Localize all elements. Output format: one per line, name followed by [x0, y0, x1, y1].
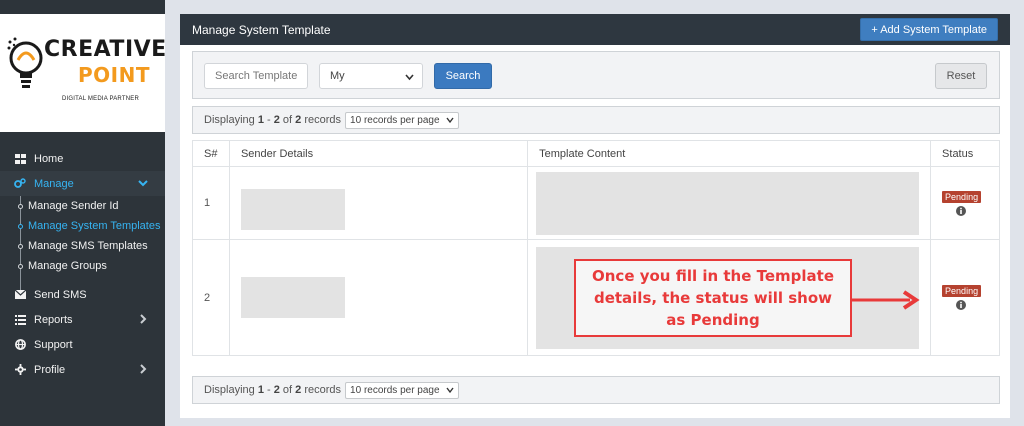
bullet-icon — [18, 204, 23, 209]
col-header-sn: S# — [192, 140, 230, 167]
pagination-to: 2 — [273, 114, 280, 126]
cell-sender — [228, 166, 529, 240]
globe-icon — [14, 339, 26, 351]
table-row[interactable]: 1 Pending — [192, 166, 1000, 240]
gear-icon — [14, 364, 26, 376]
sidebar-item-label: Send SMS — [34, 288, 87, 301]
main-panel: Manage System Template + Add System Temp… — [180, 14, 1010, 418]
status-badge: Pending — [942, 190, 982, 203]
pagination-of: of — [282, 384, 293, 396]
reset-button[interactable]: Reset — [935, 63, 987, 89]
pagination-sep: - — [267, 114, 271, 126]
pagination-suffix: records — [304, 384, 342, 396]
owner-select-value: My — [330, 70, 345, 82]
pagination-to: 2 — [273, 384, 280, 396]
sidebar-item-label: Home — [34, 152, 64, 165]
brand-tagline: DIGITAL MEDIA PARTNER — [62, 96, 139, 102]
submenu-label: Manage SMS Templates — [28, 240, 148, 252]
pagination-suffix: records — [304, 114, 342, 126]
bullet-icon — [18, 224, 23, 229]
pagination-info-bottom: Displaying 1 - 2 of 2 records 10 records… — [192, 376, 1000, 404]
submenu-label: Manage Sender Id — [28, 200, 119, 212]
col-header-content: Template Content — [527, 140, 932, 167]
submenu-item-sms-templates[interactable]: Manage SMS Templates — [18, 236, 165, 256]
info-icon[interactable] — [956, 300, 967, 310]
chevron-down-icon — [446, 387, 454, 394]
sidebar: CREATIVE POINT DIGITAL MEDIA PARTNER Hom… — [0, 0, 167, 426]
page-title: Manage System Template — [192, 22, 331, 37]
arrow-right-icon — [852, 290, 920, 310]
submenu-item-groups[interactable]: Manage Groups — [18, 256, 165, 276]
pagination-prefix: Displaying — [204, 114, 255, 126]
bullet-icon — [18, 264, 23, 269]
sidebar-item-home[interactable]: Home — [0, 146, 165, 171]
add-system-template-button[interactable]: + Add System Template — [860, 18, 998, 41]
pagination-total: 2 — [295, 114, 302, 126]
grid-icon — [14, 153, 26, 165]
sidebar-item-reports[interactable]: Reports — [0, 307, 165, 332]
sidebar-nav: Home Manage Manage Sender Id Manage Syst… — [0, 146, 165, 382]
sidebar-item-send-sms[interactable]: Send SMS — [0, 282, 165, 307]
pagination-of: of — [282, 114, 293, 126]
info-icon[interactable] — [956, 205, 967, 216]
sidebar-item-label: Manage — [34, 177, 74, 190]
per-page-value: 10 records per page — [350, 114, 440, 126]
sender-placeholder — [240, 188, 345, 230]
bullet-icon — [18, 244, 23, 249]
pagination-info-top: Displaying 1 - 2 of 2 records 10 records… — [192, 106, 1000, 134]
manage-submenu: Manage Sender Id Manage System Templates… — [0, 196, 165, 294]
submenu-item-sender-id[interactable]: Manage Sender Id — [18, 196, 165, 216]
per-page-select[interactable]: 10 records per page — [345, 111, 459, 129]
brand-logo[interactable]: CREATIVE POINT DIGITAL MEDIA PARTNER — [0, 14, 167, 132]
table-header-row: S# Sender Details Template Content Statu… — [192, 140, 1000, 167]
cell-sn: 1 — [192, 166, 230, 240]
gears-icon — [14, 178, 26, 190]
cell-status: Pending — [930, 239, 1000, 356]
owner-select[interactable]: My — [319, 63, 423, 89]
per-page-value: 10 records per page — [350, 384, 440, 396]
chevron-right-icon — [140, 314, 147, 324]
chevron-down-icon — [446, 117, 454, 124]
search-button[interactable]: Search — [434, 63, 492, 89]
pagination-sep: - — [267, 384, 271, 396]
brand-name-line2: POINT — [78, 63, 150, 87]
status-badge: Pending — [942, 285, 982, 297]
envelope-icon — [14, 289, 26, 301]
sidebar-item-profile[interactable]: Profile — [0, 357, 165, 382]
pagination-total: 2 — [295, 384, 302, 396]
search-template-input[interactable]: Search Template — [204, 63, 308, 89]
col-header-status: Status — [930, 140, 1000, 167]
sidebar-item-support[interactable]: Support — [0, 332, 165, 357]
cell-status: Pending — [930, 166, 1000, 240]
submenu-label: Manage System Templates — [28, 220, 161, 232]
annotation-callout: Once you fill in the Template details, t… — [574, 259, 852, 337]
sidebar-item-label: Reports — [34, 313, 73, 326]
cell-sender — [228, 239, 529, 356]
content-placeholder — [536, 171, 920, 235]
sidebar-item-label: Support — [34, 338, 73, 351]
cell-content — [527, 166, 932, 240]
list-icon — [14, 314, 26, 326]
col-header-sender: Sender Details — [228, 140, 529, 167]
pagination-from: 1 — [257, 114, 264, 126]
sidebar-item-manage[interactable]: Manage — [0, 171, 165, 196]
panel-header: Manage System Template + Add System Temp… — [180, 14, 1010, 45]
sidebar-item-label: Profile — [34, 363, 66, 376]
submenu-item-system-templates[interactable]: Manage System Templates — [18, 216, 165, 236]
search-placeholder: Search Template — [215, 70, 298, 82]
per-page-select[interactable]: 10 records per page — [345, 381, 459, 399]
bulb-logo-icon — [7, 37, 43, 88]
filter-bar: Search Template My Search Reset — [192, 51, 1000, 99]
chevron-right-icon — [140, 364, 147, 374]
chevron-down-icon — [138, 180, 148, 187]
sender-placeholder — [240, 277, 345, 318]
brand-name-line1: CREATIVE — [44, 37, 167, 62]
cell-sn: 2 — [192, 239, 230, 356]
submenu-label: Manage Groups — [28, 260, 107, 272]
pagination-from: 1 — [257, 384, 264, 396]
chevron-down-icon — [405, 74, 414, 81]
pagination-prefix: Displaying — [204, 384, 255, 396]
